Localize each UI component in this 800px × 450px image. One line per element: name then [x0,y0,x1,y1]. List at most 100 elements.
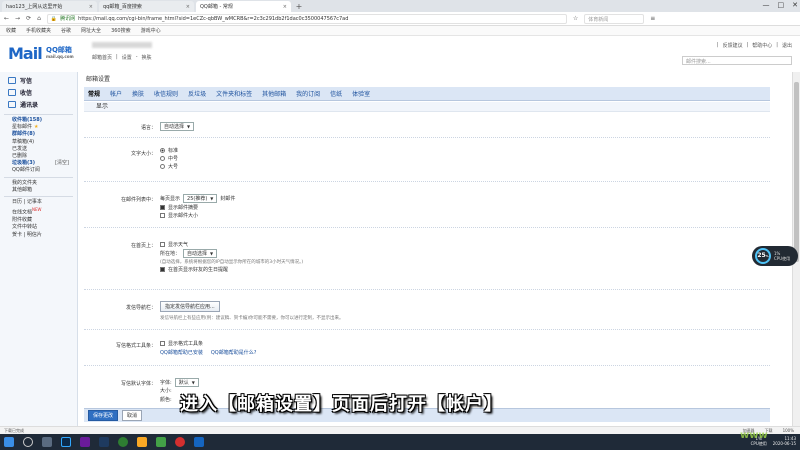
tab-lab[interactable]: 体验室 [352,89,370,98]
logo-domain: mail.qq.com [46,54,74,59]
tab-antispam[interactable]: 反垃圾 [188,89,206,98]
taskbar-clock[interactable]: 11:43 2020-06-15 [773,436,796,446]
qq-mail-helper-link[interactable]: QQ邮箱帮助已安装 [160,349,203,356]
media-icon[interactable] [175,437,185,447]
show-weather-checkbox[interactable]: 显示天气 [160,240,303,248]
search-icon[interactable] [23,437,33,447]
folder-icon[interactable] [137,437,147,447]
show-format-toolbar-checkbox[interactable]: 显示格式工具条 [160,339,256,347]
tab-skin[interactable]: 换肤 [132,89,144,98]
new-tab-button[interactable]: + [294,2,304,12]
bookmark-item[interactable]: 网址大全 [81,27,101,34]
font-standard-radio[interactable]: 标准 [160,146,178,154]
contacts-button[interactable]: 通讯录 [8,98,69,110]
receive-button[interactable]: 收信 [8,86,69,98]
status-zoom[interactable]: 100% [783,428,794,434]
back-icon[interactable]: ← [4,15,9,22]
bookmark-item[interactable]: 收藏 [6,27,16,34]
settings-panel: 邮箱设置 常规 帐户 换肤 收信规则 反垃圾 文件夹和标签 其他邮箱 我的订阅 … [84,72,770,426]
browser-tab[interactable]: hao123_上网从这里开始 × [2,1,97,12]
help-link[interactable]: 帮助中心 [752,42,772,49]
tab-subscriptions[interactable]: 我的订阅 [296,89,320,98]
show-summary-checkbox[interactable]: 显示邮件摘要 [160,203,235,211]
url-field[interactable]: 🔒 腾讯网 https://mail.qq.com/cgi-bin/frame_… [46,13,567,24]
folder-sent[interactable]: 已发送 [0,146,77,153]
tab-folders[interactable]: 文件夹和标签 [216,89,252,98]
wechat-icon[interactable] [156,437,166,447]
app-icon[interactable] [194,437,204,447]
tool-calendar[interactable]: 日历 | 记事本 [0,199,77,206]
tool-other-mailbox[interactable]: 其他邮箱 [0,187,77,194]
city-select[interactable]: 自动选择 ▼ [183,249,218,258]
scrollbar-thumb[interactable] [794,82,799,262]
customize-nav-button[interactable]: 指定发信导航栏应用... [160,301,220,312]
maximize-button[interactable]: □ [778,1,785,9]
tool-my-folders[interactable]: 我的文件夹 [0,180,77,187]
language-label: 语言： [140,125,156,131]
settings-link[interactable]: 设置 [122,54,132,61]
star-icon[interactable]: ☆ [573,15,578,22]
home-icon[interactable]: ⌂ [37,15,41,22]
chevron-down-icon: ▼ [210,251,214,256]
writer-nav-note: 发信导航栏上有些应用(例：建议稿、贺卡编)你可能不需要，你可以进行定制，不显示出… [160,316,344,321]
bookmark-item[interactable]: 360搜索 [111,27,131,34]
compose-button[interactable]: 写信 [8,74,69,86]
feedback-link[interactable]: 反馈建议 [723,42,743,49]
top-links: | 反馈建议 | 帮助中心 | 退出 [716,42,792,49]
browser-tab-active[interactable]: QQ邮箱 - 常规 × [196,1,291,12]
mail-search-input[interactable]: 邮件搜索... [682,56,792,65]
tab-rules[interactable]: 收信规则 [154,89,178,98]
save-button[interactable]: 保存更改 [88,410,119,421]
tab-general[interactable]: 常规 [88,89,100,98]
empty-spam-link[interactable]: [清空] [55,160,69,167]
browser-search-input[interactable]: 体育新闻 [584,13,645,24]
task-view-icon[interactable] [42,437,52,447]
font-large-radio[interactable]: 大号 [160,162,178,170]
font-medium-radio[interactable]: 中号 [160,154,178,162]
language-select[interactable]: 自动选择 ▼ [160,122,195,131]
folder-subscription[interactable]: QQ邮件订阅 [0,167,77,174]
bookmark-item[interactable]: 游戏中心 [141,27,161,34]
cpu-gauge-widget[interactable]: 25% 1% CPU使用 [752,246,798,266]
browser-tab[interactable]: qq邮箱_百度搜索 × [99,1,194,12]
forward-icon[interactable]: → [15,15,20,22]
tab-account[interactable]: 帐户 [110,89,122,98]
folder-group[interactable]: 群邮件(8) [0,131,77,138]
menu-icon[interactable]: ≡ [650,15,655,22]
app-icon[interactable] [99,437,109,447]
browser-icon[interactable] [118,437,128,447]
folder-drafts[interactable]: 草稿箱(4) [0,139,77,146]
close-icon[interactable]: × [186,4,190,10]
bookmark-item[interactable]: 手机收藏夹 [26,27,51,34]
watermark-logo: www [740,430,768,441]
birthday-reminder-checkbox[interactable]: 在首页显示好友的生日提醒 [160,265,303,273]
minimize-button[interactable]: — [763,1,770,9]
language-row: 语言： 自动选择 ▼ [84,114,770,138]
close-icon[interactable]: × [283,4,287,10]
tool-cards[interactable]: 贺卡 | 明信片 [0,232,77,239]
close-icon[interactable]: × [89,4,93,10]
tool-file-transfer[interactable]: 文件中转站 [0,224,77,231]
bookmark-item[interactable]: 谷歌 [61,27,71,34]
app-icon[interactable] [80,437,90,447]
refresh-icon[interactable]: ⟳ [26,15,31,22]
font-family-select[interactable]: 默认 ▼ [174,377,199,387]
inbox-icon [8,88,16,96]
photoshop-icon[interactable] [61,437,71,447]
tab-stationery[interactable]: 信纸 [330,89,342,98]
tool-online-docs[interactable]: 在线文档NEW [0,206,77,217]
chevron-down-icon: ▼ [191,379,195,385]
what-is-helper-link[interactable]: QQ邮箱帮助是什么? [211,349,257,356]
show-size-checkbox[interactable]: 显示邮件大小 [160,211,235,219]
skin-link[interactable]: 换肤 [142,54,152,61]
windows-start-icon[interactable] [4,437,14,447]
tab-other-mailbox[interactable]: 其他邮箱 [262,89,286,98]
homepage-label: 在首页上： [130,243,156,249]
cancel-button[interactable]: 取消 [122,410,143,421]
per-page-select[interactable]: 25(推荐) ▼ [183,193,218,203]
mail-home-link[interactable]: 邮箱首页 [92,54,112,61]
writer-nav-row: 发信导航栏： 指定发信导航栏应用... 发信导航栏上有些应用(例：建议稿、贺卡编… [84,290,770,330]
qq-mail-logo[interactable]: Mail QQ邮箱 mail.qq.com [8,44,74,63]
close-window-button[interactable]: ✕ [792,1,798,9]
logout-link[interactable]: 退出 [782,42,792,49]
